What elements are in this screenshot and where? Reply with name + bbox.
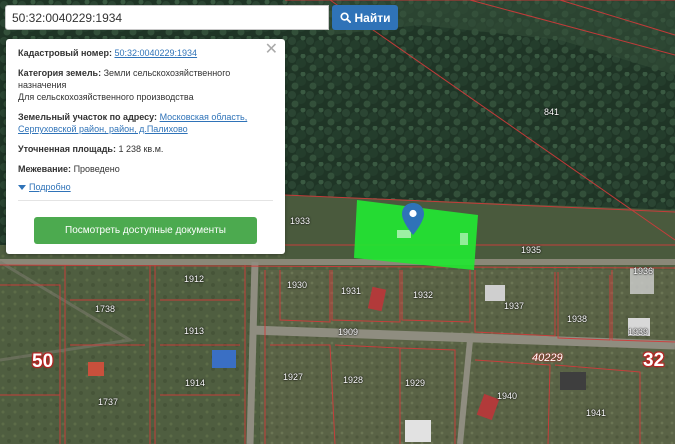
area-value: 1 238 кв.м. (118, 144, 164, 154)
search-icon (339, 12, 351, 23)
divider (18, 200, 273, 201)
parcel-label: 1935 (521, 245, 542, 255)
parcel-label: 1930 (287, 280, 308, 290)
house-roof (212, 350, 236, 368)
parcel-label: 1939 (628, 327, 649, 337)
view-documents-button[interactable]: Посмотреть доступные документы (34, 217, 257, 244)
area-row: Уточненная площадь: 1 238 кв.м. (18, 143, 273, 155)
parcel-label: 1941 (586, 408, 607, 418)
search-input[interactable] (5, 5, 329, 30)
parcel-label: 1913 (184, 326, 205, 336)
parcel-label: 1938 (567, 314, 588, 324)
search-bar: Найти (5, 5, 398, 30)
cadastral-number-link[interactable]: 50:32:0040229:1934 (114, 48, 197, 58)
parcel-label: 1738 (95, 304, 116, 314)
search-button-label: Найти (354, 10, 391, 25)
survey-row: Межевание: Проведено (18, 163, 273, 175)
close-icon[interactable]: ✕ (265, 42, 278, 58)
parcel-label: 1940 (497, 391, 518, 401)
details-link[interactable]: Подробно (29, 181, 71, 193)
house-roof (560, 372, 586, 390)
parcel-label: 1933 (290, 216, 311, 226)
area-label: Уточненная площадь: (18, 144, 116, 154)
parcel-label: 1929 (405, 378, 426, 388)
land-category-row: Категория земель: Земли сельскохозяйстве… (18, 67, 273, 103)
house-roof (88, 362, 104, 376)
address-row: Земельный участок по адресу: Московская … (18, 111, 273, 135)
caret-down-icon (18, 184, 26, 190)
address-label: Земельный участок по адресу: (18, 112, 158, 122)
parcel-label: 1928 (343, 375, 364, 385)
land-usage-value: Для сельскохозяйственного производства (18, 92, 194, 102)
parcel-label: 1912 (184, 274, 205, 284)
parcel-label: 1936 (633, 266, 654, 276)
land-category-label: Категория земель: (18, 68, 102, 78)
quarter-label: 50 (32, 351, 54, 372)
parcel-label: 841 (544, 107, 560, 117)
parcel-label: 1927 (283, 372, 304, 382)
survey-value: Проведено (73, 164, 120, 174)
parcel-label: 1931 (341, 286, 362, 296)
parcel-info-panel: ✕ Кадастровый номер: 50:32:0040229:1934 … (6, 39, 285, 254)
parcel-label: 1937 (504, 301, 525, 311)
house-roof (485, 285, 505, 301)
parcel-label: 1914 (185, 378, 206, 388)
road-side (246, 261, 259, 444)
quarter-label: 32 (643, 350, 665, 371)
parcel-label: 1932 (413, 290, 434, 300)
cadastral-number-row: Кадастровый номер: 50:32:0040229:1934 (18, 47, 273, 59)
parcel-label: 1737 (98, 397, 119, 407)
details-toggle[interactable]: Подробно (18, 181, 273, 193)
cadastral-number-label: Кадастровый номер: (18, 48, 112, 58)
search-button[interactable]: Найти (332, 5, 398, 30)
block-label: 40229 (532, 352, 563, 364)
survey-label: Межевание: (18, 164, 72, 174)
parcel-structure (460, 233, 468, 245)
parcel-label: 1909 (338, 327, 359, 337)
house-roof (405, 420, 431, 442)
parcel-structure (397, 230, 411, 238)
